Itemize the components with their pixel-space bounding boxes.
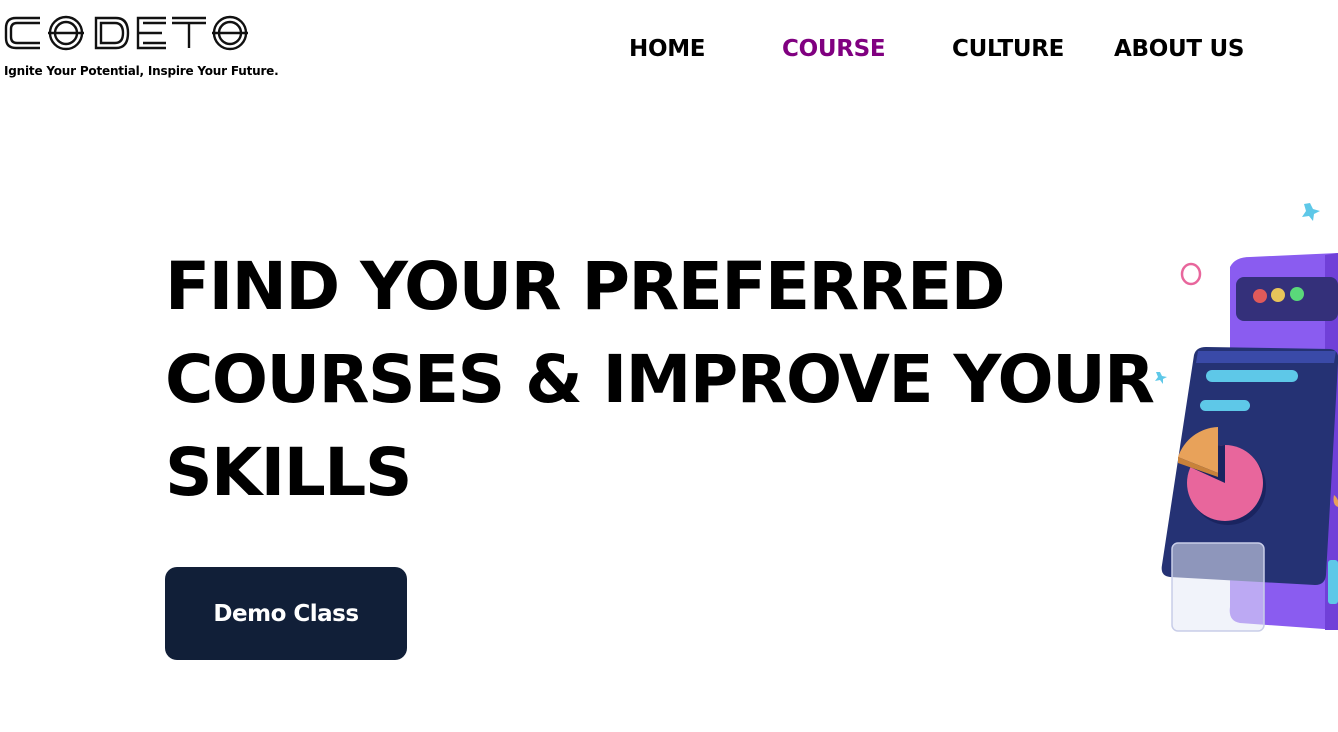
hero-title: FIND YOUR PREFERRED COURSES & IMPROVE YO… — [165, 240, 1165, 519]
hero-title-line-1: FIND YOUR PREFERRED — [165, 248, 1006, 325]
dashboard-illustration-icon — [1150, 195, 1338, 645]
nav-home[interactable]: HOME — [629, 36, 706, 62]
nav-course[interactable]: COURSE — [782, 36, 886, 62]
nav-culture[interactable]: CULTURE — [952, 36, 1064, 62]
hero-title-line-2: COURSES & IMPROVE YOUR — [165, 341, 1155, 418]
demo-class-button[interactable]: Demo Class — [165, 567, 407, 660]
hero-title-line-3: SKILLS — [165, 434, 412, 511]
nav-about-us[interactable]: ABOUT US — [1114, 36, 1244, 62]
main-nav: HOME COURSE CULTURE ABOUT US — [0, 36, 1338, 68]
